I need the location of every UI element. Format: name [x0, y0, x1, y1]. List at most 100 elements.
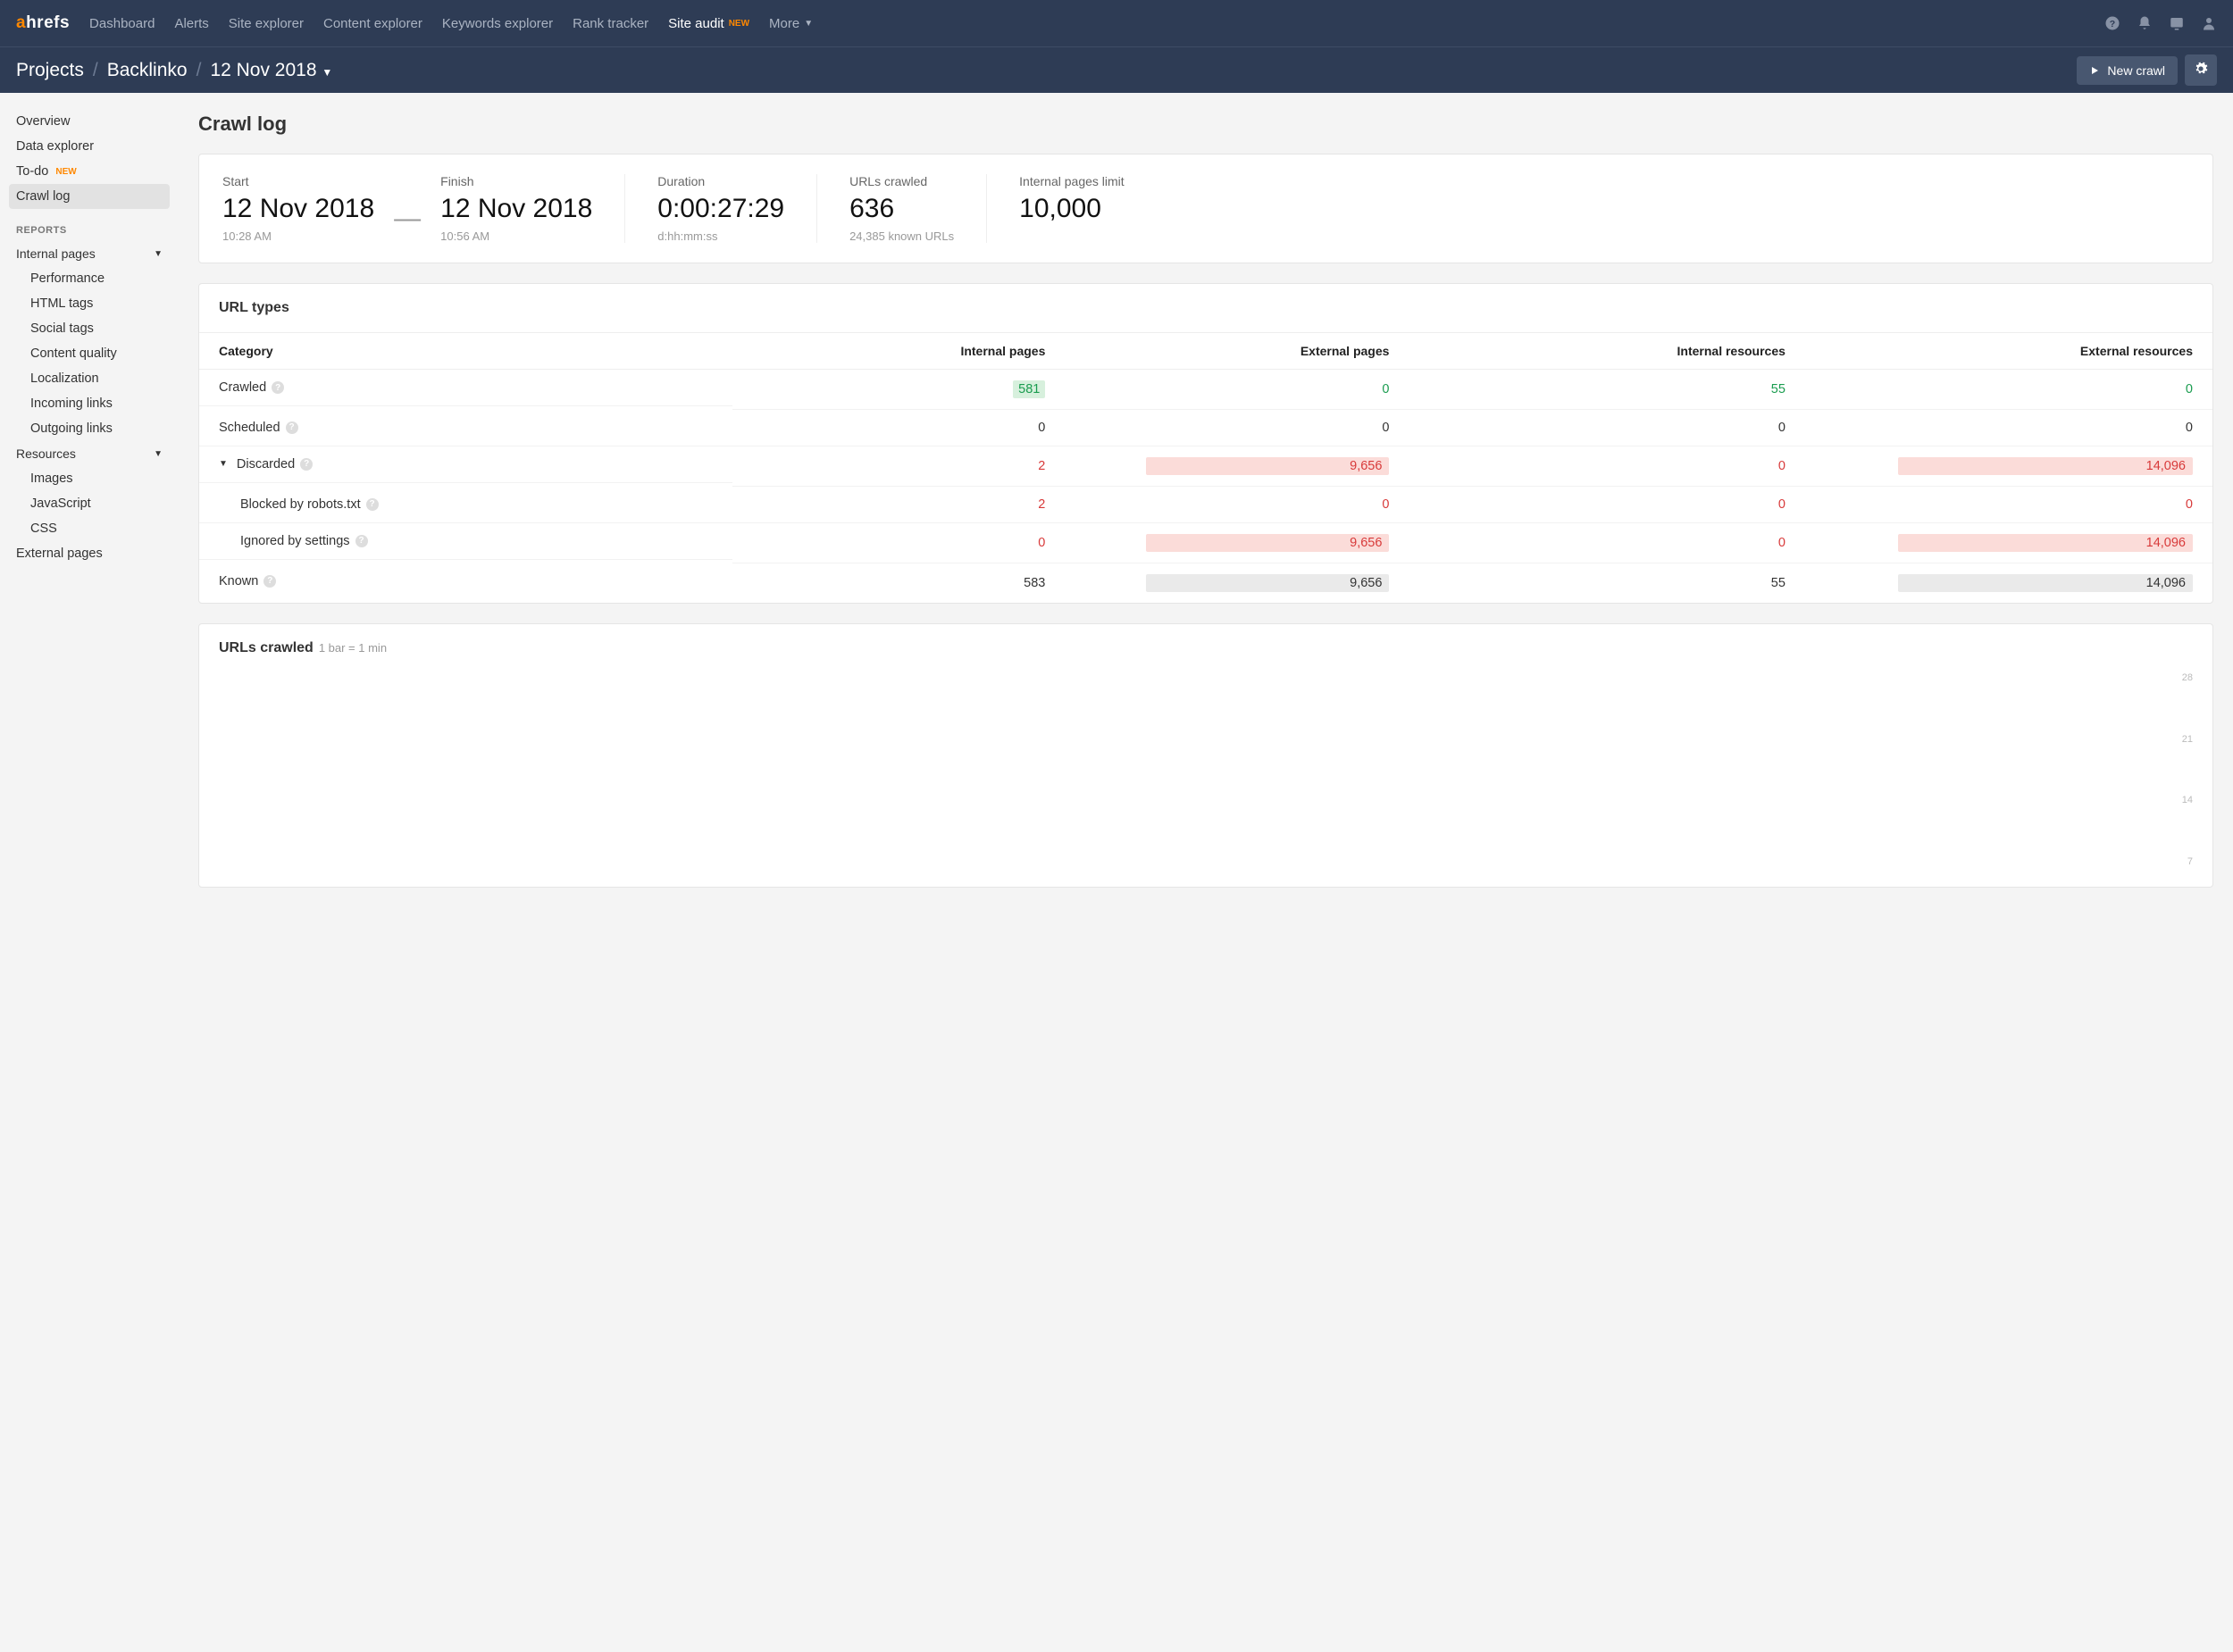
table-cell: 14,096: [1805, 563, 2212, 604]
table-header: Internal pages: [732, 333, 1066, 370]
sidebar-item[interactable]: Performance: [0, 266, 179, 291]
topnav-item[interactable]: Keywords explorer: [442, 16, 553, 31]
table-cell: 0: [1805, 487, 2212, 523]
table-cell: 0: [732, 523, 1066, 563]
table-cell: 9,656: [1065, 523, 1409, 563]
sidebar-item-crawl-log[interactable]: Crawl log: [9, 184, 170, 209]
table-cell: 55: [1409, 370, 1804, 410]
caret-down-icon[interactable]: ▼: [219, 459, 228, 469]
screen-icon[interactable]: [2169, 15, 2185, 31]
limit-value: 10,000: [1019, 194, 1125, 224]
chart-card: URLs crawled1 bar = 1 min 2821147: [198, 623, 2213, 888]
urls-value: 636: [849, 194, 954, 224]
table-cell: 14,096: [1805, 523, 2212, 563]
table-cell: 581: [732, 370, 1066, 410]
sidebar-item-overview[interactable]: Overview: [0, 109, 179, 134]
table-header: External pages: [1065, 333, 1409, 370]
row-label: Scheduled ?: [199, 410, 732, 446]
topnav-item[interactable]: Rank tracker: [573, 16, 648, 31]
breadcrumb-date[interactable]: 12 Nov 2018 ▼: [210, 60, 332, 81]
svg-text:?: ?: [2110, 19, 2115, 29]
topnav-item[interactable]: Content explorer: [323, 16, 422, 31]
breadcrumb-projects[interactable]: Projects: [16, 60, 84, 81]
start-label: Start: [222, 174, 374, 188]
table-cell: 0: [1065, 410, 1409, 446]
help-icon[interactable]: ?: [366, 498, 379, 511]
logo[interactable]: ahrefs: [16, 13, 70, 33]
sidebar-group-resources[interactable]: Resources▼: [0, 441, 179, 466]
table-cell: 0: [1805, 370, 2212, 410]
sidebar-group-internal-pages[interactable]: Internal pages▼: [0, 241, 179, 266]
duration-sub: d:hh:mm:ss: [657, 229, 784, 243]
start-value: 12 Nov 2018: [222, 194, 374, 224]
breadcrumb-project[interactable]: Backlinko: [107, 60, 188, 81]
sidebar-item[interactable]: Social tags: [0, 316, 179, 341]
table-row: Scheduled ?0000: [199, 410, 2212, 446]
chart-y-axis: 2821147: [2166, 672, 2193, 867]
topnav-item-site-audit[interactable]: Site audit NEW: [668, 16, 749, 31]
table-cell: 0: [732, 410, 1066, 446]
start-sub: 10:28 AM: [222, 229, 374, 243]
topbar-icons: ?: [2104, 15, 2217, 31]
sidebar-item-data-explorer[interactable]: Data explorer: [0, 134, 179, 159]
table-row: Blocked by robots.txt ?2000: [199, 487, 2212, 523]
row-label: Crawled ?: [199, 370, 732, 406]
y-tick: 14: [2175, 795, 2193, 805]
user-icon[interactable]: [2201, 15, 2217, 31]
table-header: External resources: [1805, 333, 2212, 370]
help-icon[interactable]: ?: [286, 421, 298, 434]
summary-card: Start 12 Nov 2018 10:28 AM — Finish 12 N…: [198, 154, 2213, 263]
row-label: Blocked by robots.txt ?: [199, 487, 732, 523]
help-icon[interactable]: ?: [2104, 15, 2120, 31]
y-tick: 7: [2175, 856, 2193, 867]
caret-down-icon: ▼: [154, 449, 163, 459]
y-tick: 21: [2175, 734, 2193, 745]
sidebar: Overview Data explorer To-do NEW Crawl l…: [0, 93, 179, 927]
topnav-item-more[interactable]: More ▼: [769, 16, 813, 31]
sidebar-item[interactable]: Images: [0, 466, 179, 491]
help-icon[interactable]: ?: [263, 575, 276, 588]
table-header: Internal resources: [1409, 333, 1804, 370]
sidebar-item[interactable]: CSS: [0, 516, 179, 541]
topnav-item[interactable]: Site explorer: [229, 16, 304, 31]
table-row: Crawled ?5810550: [199, 370, 2212, 410]
topbar: ahrefs Dashboard Alerts Site explorer Conte…: [0, 0, 2233, 46]
finish-label: Finish: [440, 174, 592, 188]
table-cell: 14,096: [1805, 446, 2212, 487]
table-cell: 0: [1409, 446, 1804, 487]
table-cell: 2: [732, 446, 1066, 487]
sidebar-item-todo[interactable]: To-do NEW: [0, 159, 179, 184]
topnav-item[interactable]: Alerts: [174, 16, 208, 31]
breadcrumb: Projects / Backlinko / 12 Nov 2018 ▼: [16, 60, 2077, 81]
table-row: Ignored by settings ?09,656014,096: [199, 523, 2212, 563]
limit-label: Internal pages limit: [1019, 174, 1125, 188]
sidebar-item[interactable]: Localization: [0, 366, 179, 391]
sidebar-item[interactable]: Content quality: [0, 341, 179, 366]
help-icon[interactable]: ?: [355, 535, 368, 547]
bell-icon[interactable]: [2137, 15, 2153, 31]
table-cell: 0: [1409, 487, 1804, 523]
chart-area: 2821147: [199, 672, 2212, 887]
topnav-item[interactable]: Dashboard: [89, 16, 155, 31]
table-row: Known ?5839,6565514,096: [199, 563, 2212, 604]
finish-value: 12 Nov 2018: [440, 194, 592, 224]
help-icon[interactable]: ?: [272, 381, 284, 394]
sidebar-item-external-pages[interactable]: External pages: [0, 541, 179, 566]
sidebar-item[interactable]: HTML tags: [0, 291, 179, 316]
settings-button[interactable]: [2185, 54, 2217, 86]
sidebar-item[interactable]: Outgoing links: [0, 416, 179, 441]
table-cell: 9,656: [1065, 563, 1409, 604]
new-crawl-button[interactable]: New crawl: [2077, 56, 2178, 85]
help-icon[interactable]: ?: [300, 458, 313, 471]
duration-label: Duration: [657, 174, 784, 188]
table-cell: 583: [732, 563, 1066, 604]
sidebar-item[interactable]: JavaScript: [0, 491, 179, 516]
url-types-title: URL types: [199, 284, 2212, 333]
table-cell: 0: [1409, 523, 1804, 563]
page-title: Crawl log: [198, 113, 2213, 136]
urls-sub: 24,385 known URLs: [849, 229, 954, 243]
sidebar-item[interactable]: Incoming links: [0, 391, 179, 416]
url-types-table: CategoryInternal pagesExternal pagesInte…: [199, 333, 2212, 603]
sidebar-heading-reports: REPORTS: [0, 209, 179, 241]
main: Crawl log Start 12 Nov 2018 10:28 AM — F…: [179, 93, 2233, 927]
